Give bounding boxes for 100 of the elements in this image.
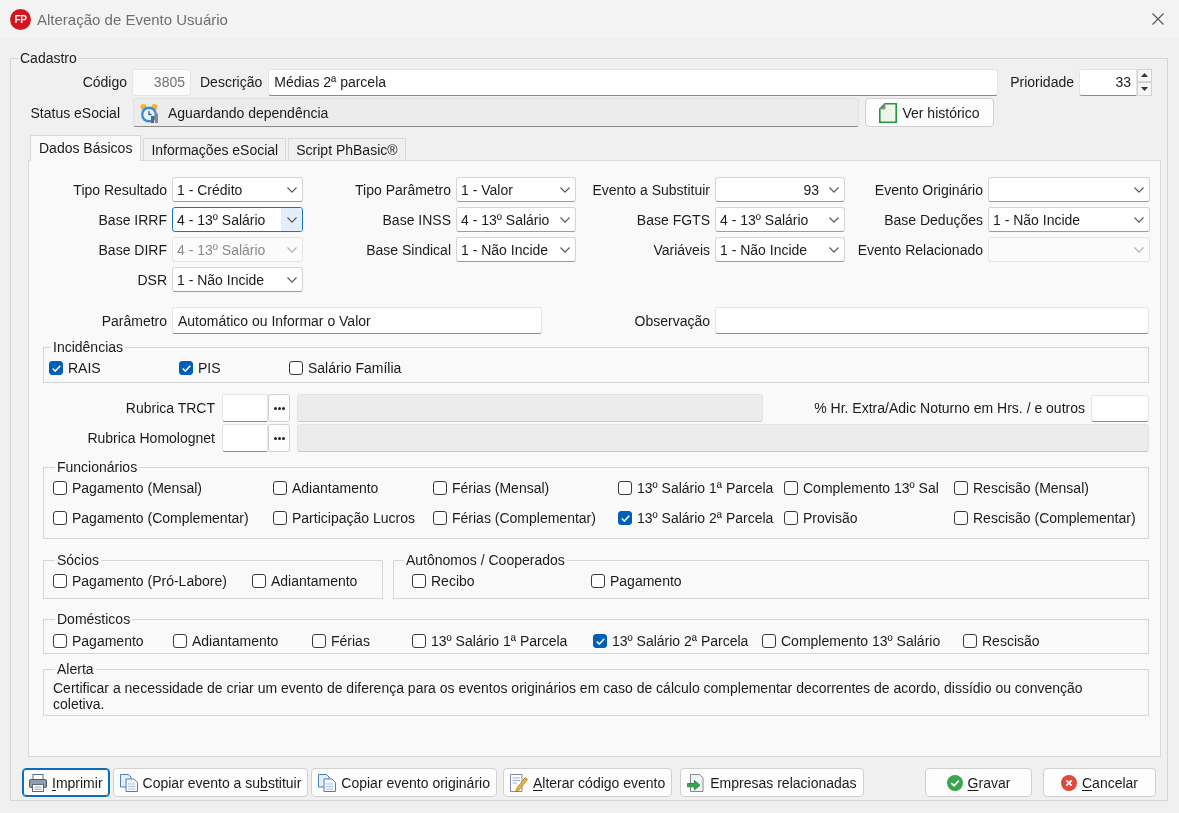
dropdown[interactable]: 1 - Não Incide bbox=[715, 237, 845, 262]
close-icon bbox=[1152, 13, 1164, 25]
checkbox[interactable] bbox=[252, 574, 266, 588]
dropdown[interactable]: 1 - Não Incide bbox=[456, 237, 576, 262]
dropdown[interactable]: 1 - Valor bbox=[456, 177, 576, 202]
checkbox-label: Participação Lucros bbox=[292, 510, 415, 526]
tab[interactable]: Dados Básicos bbox=[30, 135, 142, 161]
checkbox-label: Pagamento (Complementar) bbox=[72, 510, 249, 526]
field-label: Base IRRF bbox=[97, 211, 168, 228]
field-label: Base INSS bbox=[381, 211, 452, 228]
dropdown[interactable]: 4 - 13º Salário bbox=[456, 207, 576, 232]
alert-text: Certificar a necessidade de criar um evento de diferença para os eventos originários em caso de cálculo complementar decorrentes de acordo, dissídio ou convenção coletiva. bbox=[53, 680, 1084, 712]
checkbox-label: Adiantamento bbox=[292, 480, 379, 496]
chevron-down-icon bbox=[1133, 186, 1144, 193]
checkmark-icon bbox=[51, 364, 61, 372]
checkbox-label: Salário Família bbox=[308, 360, 402, 376]
checkbox-label: 13º Salário 1ª Parcela bbox=[637, 480, 774, 496]
checkbox[interactable] bbox=[289, 361, 303, 375]
tab[interactable]: Script PhBasic® bbox=[288, 138, 406, 161]
field-label: Parâmetro bbox=[100, 312, 168, 329]
group-title: Domésticos bbox=[56, 612, 132, 627]
copy-button[interactable]: Copiar evento a substituir bbox=[112, 768, 309, 797]
dropdown[interactable]: 93 bbox=[715, 177, 845, 202]
checkbox[interactable] bbox=[433, 481, 447, 495]
checkbox-label: Rescisão bbox=[982, 633, 1040, 649]
group-title: Autônomos / Cooperados bbox=[405, 553, 566, 568]
cancel-button[interactable]: Cancelar bbox=[1043, 768, 1156, 797]
checkbox[interactable] bbox=[173, 634, 187, 648]
checkbox[interactable] bbox=[593, 634, 607, 648]
dropdown[interactable]: 1 - Não Incide bbox=[988, 207, 1150, 232]
field-label: Base DIRF bbox=[97, 241, 168, 258]
input-field[interactable]: 33 bbox=[1079, 68, 1137, 96]
dropdown[interactable]: 4 - 13º Salário bbox=[172, 207, 303, 232]
checkbox[interactable] bbox=[433, 511, 447, 525]
checkbox[interactable] bbox=[618, 481, 632, 495]
close-button[interactable] bbox=[1151, 12, 1165, 26]
related-companies-button[interactable]: Empresas relacionadas bbox=[680, 768, 864, 797]
spin-up-button[interactable] bbox=[1137, 68, 1152, 82]
group-title: Alerta bbox=[56, 662, 95, 677]
input-field[interactable] bbox=[222, 424, 268, 452]
input-field[interactable]: Automático ou Informar o Valor bbox=[172, 307, 542, 334]
dropdown[interactable]: 4 - 13º Salário bbox=[715, 207, 845, 232]
checkbox[interactable] bbox=[53, 574, 67, 588]
ellipsis-icon bbox=[273, 436, 285, 440]
field-label: Evento a Substituir bbox=[591, 181, 711, 198]
field-label: % Hr. Extra/Adic Noturno em Hrs. / e outros bbox=[813, 400, 1086, 416]
chevron-down-icon bbox=[559, 246, 570, 253]
chevron-down-icon bbox=[286, 246, 297, 253]
save-button[interactable]: Gravar bbox=[925, 768, 1032, 797]
checkbox[interactable] bbox=[591, 574, 605, 588]
checkmark-icon bbox=[181, 364, 191, 372]
copy-button[interactable]: Copiar evento originário bbox=[311, 768, 497, 797]
checkbox[interactable] bbox=[53, 481, 67, 495]
chevron-down-icon bbox=[286, 216, 297, 223]
chevron-down-icon bbox=[1133, 246, 1144, 253]
checkbox[interactable] bbox=[179, 361, 193, 375]
checkbox-label: Provisão bbox=[803, 510, 858, 526]
checkbox[interactable] bbox=[312, 634, 326, 648]
edit-code-button[interactable]: Alterar código evento bbox=[502, 768, 673, 797]
dropdown[interactable]: 1 - Crédito bbox=[172, 177, 303, 202]
checkbox[interactable] bbox=[784, 481, 798, 495]
checkbox[interactable] bbox=[273, 511, 287, 525]
field-label: Variáveis bbox=[652, 241, 711, 258]
browse-button[interactable] bbox=[268, 394, 290, 422]
checkbox[interactable] bbox=[954, 481, 968, 495]
checkbox-label: Rescisão (Mensal) bbox=[973, 480, 1089, 496]
spin-down-button[interactable] bbox=[1137, 82, 1152, 96]
chevron-down-icon bbox=[286, 276, 297, 283]
browse-button[interactable] bbox=[268, 424, 290, 452]
checkbox[interactable] bbox=[412, 574, 426, 588]
input-field[interactable] bbox=[715, 307, 1149, 334]
history-button[interactable]: Ver histórico bbox=[865, 98, 994, 127]
dropdown[interactable]: 1 - Não Incide bbox=[172, 267, 303, 292]
checkbox[interactable] bbox=[53, 511, 67, 525]
checkbox[interactable] bbox=[49, 361, 63, 375]
input-field[interactable] bbox=[1091, 394, 1149, 422]
chevron-down-icon bbox=[828, 246, 839, 253]
checkbox[interactable] bbox=[53, 634, 67, 648]
field-label: Rubrica Homolognet bbox=[86, 430, 216, 446]
tab[interactable]: Informações eSocial bbox=[143, 138, 287, 161]
checkbox-label: 13º Salário 1ª Parcela bbox=[431, 633, 568, 649]
printer-icon bbox=[29, 773, 47, 792]
checkbox-label: Adiantamento bbox=[271, 573, 358, 589]
checkbox[interactable] bbox=[954, 511, 968, 525]
chevron-down-icon bbox=[286, 186, 297, 193]
checkbox[interactable] bbox=[273, 481, 287, 495]
dropdown[interactable] bbox=[988, 177, 1150, 202]
checkbox[interactable] bbox=[762, 634, 776, 648]
check-circle-icon bbox=[946, 774, 963, 791]
field-label: DSR bbox=[136, 271, 168, 288]
checkbox[interactable] bbox=[412, 634, 426, 648]
checkbox-label: Complemento 13º Sal bbox=[803, 480, 939, 496]
window-title: Alteração de Evento Usuário bbox=[37, 10, 228, 28]
input-field[interactable] bbox=[222, 394, 268, 422]
checkbox[interactable] bbox=[963, 634, 977, 648]
checkbox[interactable] bbox=[784, 511, 798, 525]
copy-icon bbox=[119, 773, 138, 792]
print-button[interactable]: Imprimir bbox=[22, 768, 110, 797]
checkbox[interactable] bbox=[618, 511, 632, 525]
input-field[interactable]: Médias 2ª parcela bbox=[268, 68, 999, 96]
